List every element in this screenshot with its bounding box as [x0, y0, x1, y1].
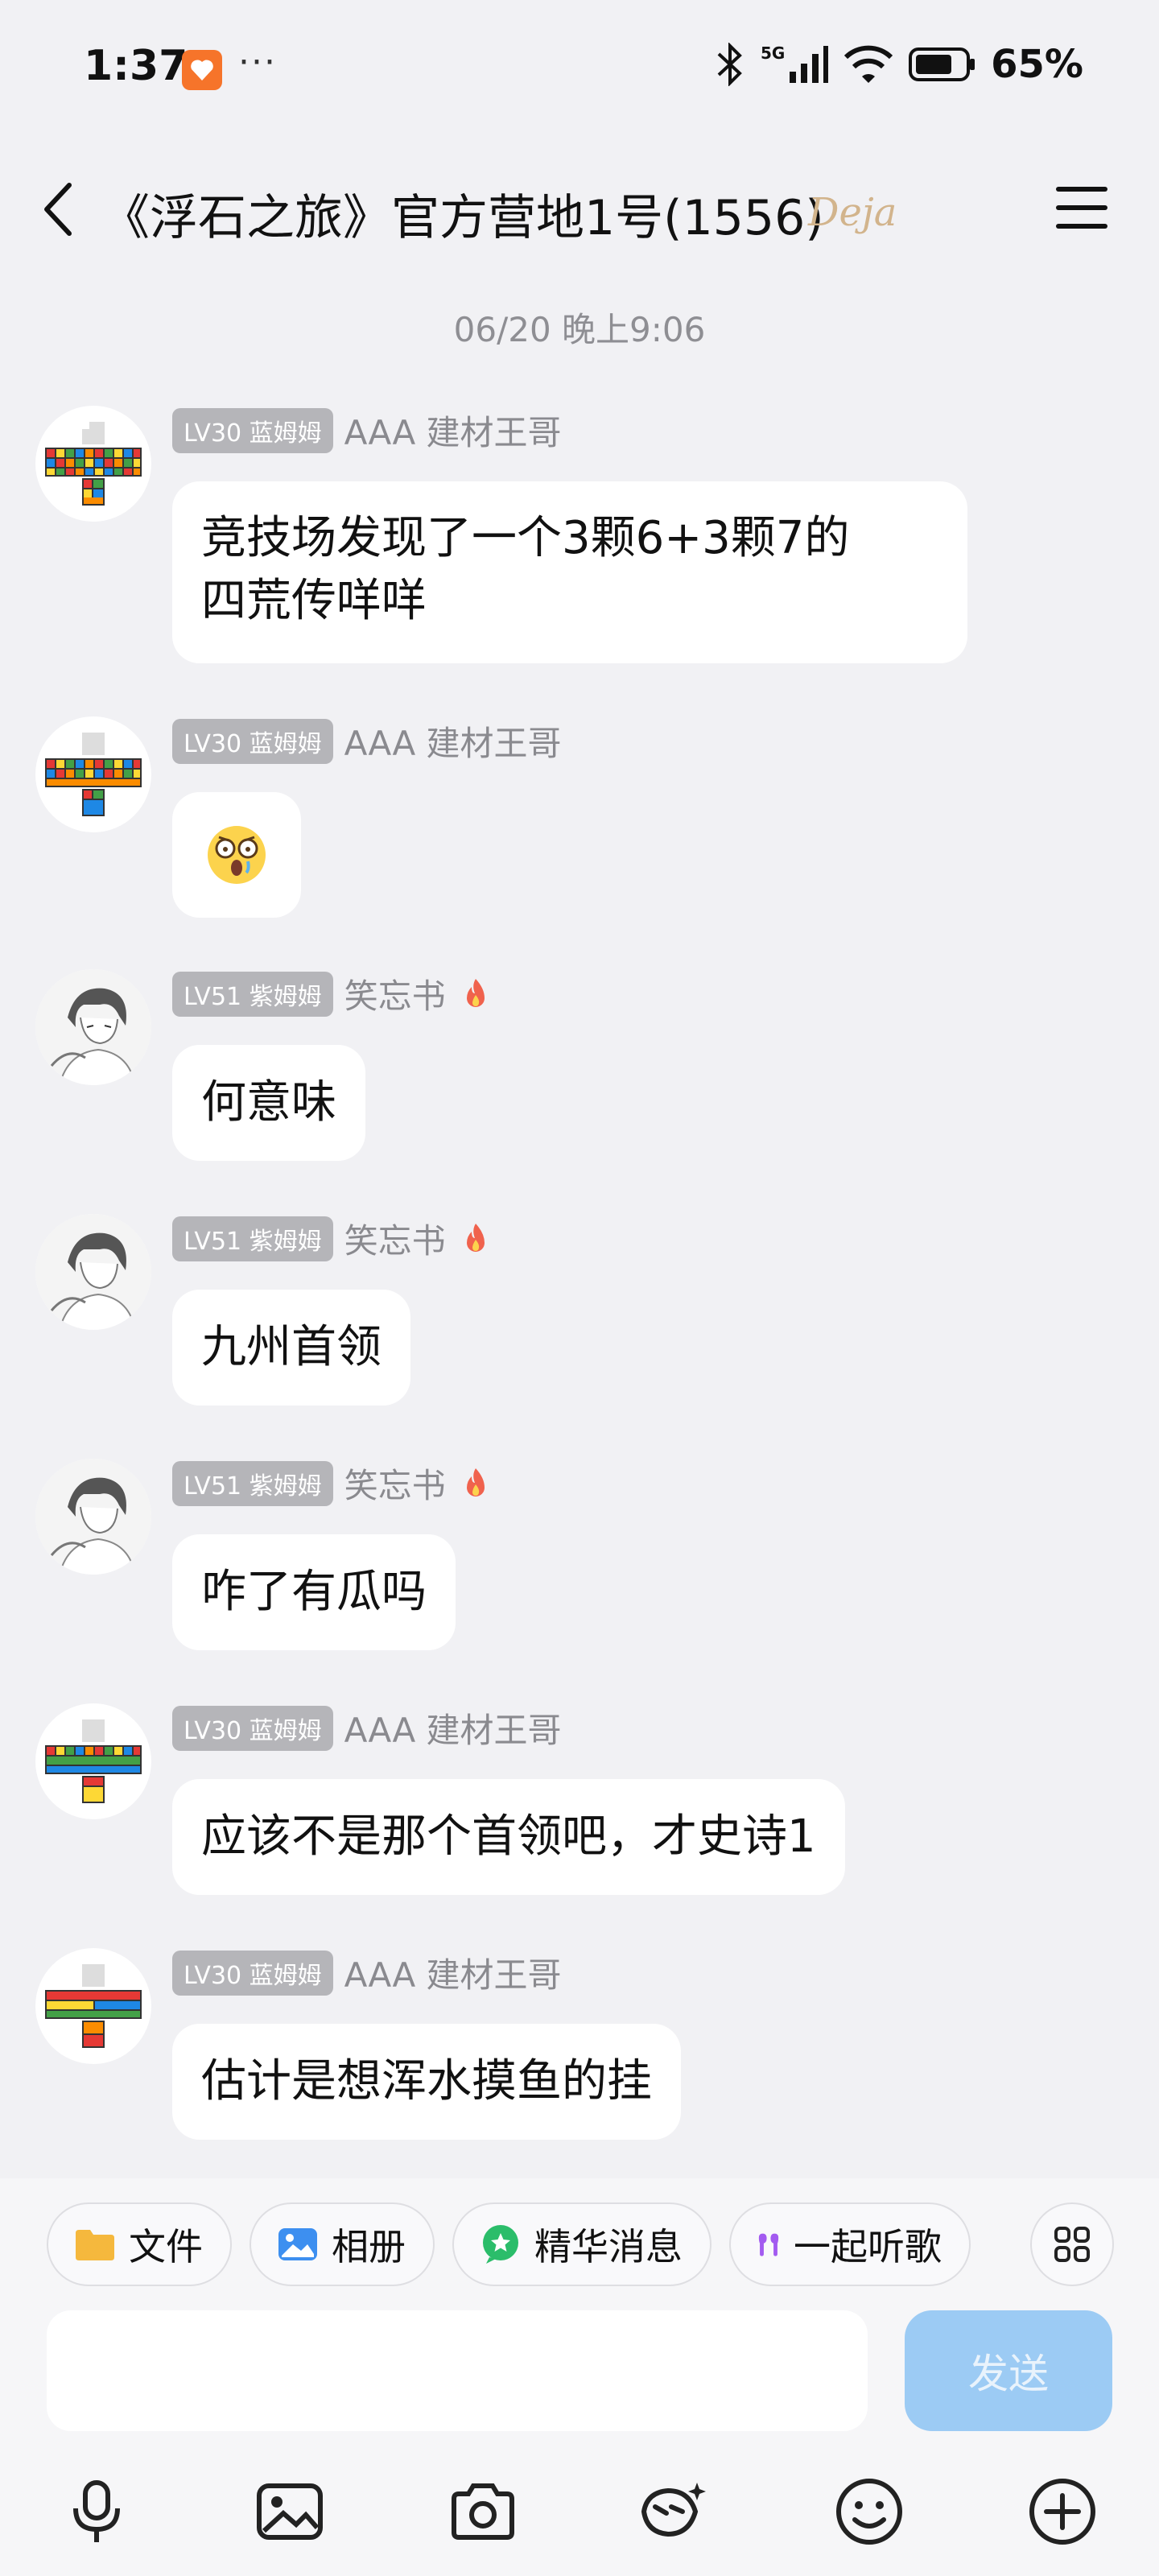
level-badge: LV51 紫姆姆: [172, 1460, 333, 1506]
highlights-chip[interactable]: 精华消息: [452, 2202, 711, 2286]
message-bubble[interactable]: 何意味: [172, 1045, 365, 1161]
sender-name[interactable]: AAA 建材王哥: [344, 1948, 562, 1997]
sender-name[interactable]: 笑忘书: [344, 1214, 446, 1263]
chat-title[interactable]: 《浮石之旅》官方营地1号(1556): [101, 179, 824, 249]
message-text-line: 四荒传咩咩: [201, 575, 427, 627]
album-chip[interactable]: 相册: [250, 2202, 435, 2286]
sender-name[interactable]: 笑忘书: [344, 1459, 446, 1508]
fire-icon: [466, 1468, 485, 1496]
network-label: 5G: [761, 43, 785, 63]
level-badge: LV30 蓝姆姆: [172, 1705, 333, 1751]
chat-header: 《浮石之旅》官方营地1号(1556) Deja: [0, 145, 1159, 274]
send-button[interactable]: 发送: [905, 2310, 1112, 2431]
input-action-row: [0, 2460, 1159, 2557]
signal-icon: 5G: [761, 43, 829, 83]
sender-name[interactable]: 笑忘书: [344, 969, 446, 1018]
emoji-icon[interactable]: [832, 2475, 906, 2549]
battery-percent: 65%: [991, 42, 1083, 87]
sender-name[interactable]: AAA 建材王哥: [344, 716, 562, 766]
status-right: 5G 65%: [714, 42, 1083, 87]
camera-icon[interactable]: [446, 2475, 520, 2549]
message-input[interactable]: [47, 2310, 868, 2431]
album-label: 相册: [332, 2225, 406, 2268]
message-text: 何意味: [201, 1076, 336, 1129]
sender-meta: LV30 蓝姆姆 AAA 建材王哥: [172, 1948, 562, 1997]
sender-meta: LV30 蓝姆姆 AAA 建材王哥: [172, 406, 562, 455]
bluetooth-icon: [717, 43, 742, 86]
level-badge: LV30 蓝姆姆: [172, 1950, 333, 1996]
listen-together-chip[interactable]: 一起听歌: [729, 2202, 971, 2286]
battery-icon: [909, 47, 975, 81]
earbuds-icon: [758, 2233, 779, 2256]
level-badge: LV30 蓝姆姆: [172, 718, 333, 764]
avatar-cube[interactable]: [35, 1703, 151, 1819]
sender-meta: LV30 蓝姆姆 AAA 建材王哥: [172, 716, 562, 766]
avatar-cube[interactable]: [35, 1948, 151, 2064]
sender-meta: LV30 蓝姆姆 AAA 建材王哥: [172, 1703, 562, 1752]
level-badge: LV51 紫姆姆: [172, 1216, 333, 1261]
avatar-anime[interactable]: [35, 1214, 151, 1330]
plus-icon[interactable]: [1025, 2475, 1099, 2549]
fire-icon: [466, 978, 485, 1007]
message-bubble[interactable]: 估计是想浑水摸鱼的挂: [172, 2024, 681, 2140]
level-badge: LV51 紫姆姆: [172, 971, 333, 1017]
more-apps-button[interactable]: [1030, 2202, 1114, 2286]
message-bubble[interactable]: 应该不是那个首领吧，才史诗1: [172, 1779, 845, 1895]
message-bubble[interactable]: 咋了有瓜吗: [172, 1534, 456, 1650]
message-bubble[interactable]: [172, 792, 301, 918]
microphone-icon[interactable]: [60, 2475, 134, 2549]
level-badge: LV30 蓝姆姆: [172, 407, 333, 453]
file-label: 文件: [129, 2225, 203, 2268]
deja-badge: Deja: [808, 190, 897, 235]
listen-label: 一起听歌: [794, 2225, 942, 2268]
more-notifications-icon: ···: [238, 42, 277, 83]
status-time: 1:37: [84, 42, 188, 90]
sender-meta: LV51 紫姆姆 笑忘书: [172, 1459, 494, 1508]
sender-meta: LV51 紫姆姆 笑忘书: [172, 969, 494, 1018]
avatar-anime[interactable]: [35, 1459, 151, 1575]
photo-icon: [278, 2228, 317, 2260]
magic-face-icon[interactable]: [636, 2475, 710, 2549]
input-panel: 文件 相册 精华消息 一起听歌 发送: [0, 2178, 1159, 2576]
status-bar: 1:37 ··· 5G 65%: [0, 0, 1159, 145]
message-text: 应该不是那个首领吧，才史诗1: [201, 1810, 816, 1863]
app-notification-icon: [182, 50, 222, 90]
fire-icon: [466, 1223, 485, 1252]
wifi-icon: [844, 45, 893, 83]
menu-icon[interactable]: [1053, 182, 1111, 233]
avatar-cube[interactable]: [35, 716, 151, 832]
file-chip[interactable]: 文件: [47, 2202, 232, 2286]
sender-meta: LV51 紫姆姆 笑忘书: [172, 1214, 494, 1263]
message-bubble[interactable]: 九州首领: [172, 1290, 410, 1406]
back-icon[interactable]: [35, 177, 84, 242]
image-icon[interactable]: [253, 2475, 327, 2549]
message-text-line: 竞技场发现了一个3颗6+3颗7的: [201, 512, 850, 564]
message-timestamp: 06/20 晚上9:06: [453, 310, 706, 349]
sender-name[interactable]: AAA 建材王哥: [344, 406, 562, 455]
message-text: 九州首领: [201, 1321, 382, 1373]
avatar-anime[interactable]: [35, 969, 151, 1085]
quick-action-bar: 文件 相册 精华消息 一起听歌: [47, 2202, 971, 2286]
folder-icon: [76, 2230, 114, 2260]
avatar-cube[interactable]: [35, 406, 151, 522]
message-bubble[interactable]: 竞技场发现了一个3颗6+3颗7的 四荒传咩咩: [172, 481, 967, 663]
grid-icon: [1054, 2227, 1090, 2262]
sender-name[interactable]: AAA 建材王哥: [344, 1703, 562, 1752]
highlights-label: 精华消息: [534, 2225, 683, 2268]
message-text: 估计是想浑水摸鱼的挂: [201, 2055, 652, 2107]
highlight-star-icon: [483, 2225, 518, 2264]
message-text: 咋了有瓜吗: [201, 1566, 427, 1618]
shocked-emoji-icon: [208, 826, 266, 884]
